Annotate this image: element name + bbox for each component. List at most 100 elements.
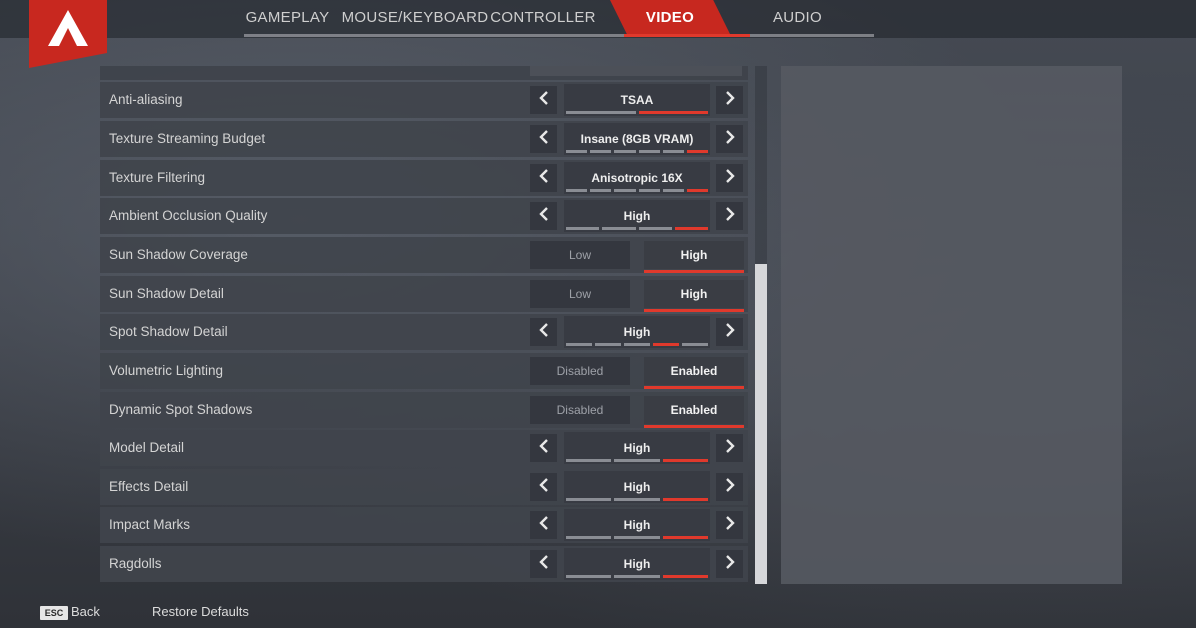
chevron-left-icon bbox=[538, 168, 549, 188]
level-segment bbox=[566, 189, 588, 192]
level-segment bbox=[653, 343, 679, 346]
option-high[interactable]: High bbox=[644, 280, 744, 312]
previous-option-button[interactable] bbox=[530, 511, 557, 539]
option-enabled[interactable]: Enabled bbox=[644, 396, 744, 428]
setting-row-volumetric-lighting: Volumetric Lighting Disabled Enabled bbox=[100, 353, 748, 389]
setting-label: Sun Shadow Detail bbox=[109, 286, 224, 301]
next-option-button[interactable] bbox=[716, 164, 743, 192]
level-segment bbox=[662, 459, 708, 462]
level-segment bbox=[566, 575, 612, 578]
active-tab-indicator bbox=[624, 34, 750, 37]
level-segment bbox=[638, 150, 660, 153]
option-disabled[interactable]: Disabled bbox=[530, 357, 630, 385]
option-enabled[interactable]: Enabled bbox=[644, 357, 744, 389]
setting-label: Anti-aliasing bbox=[109, 92, 183, 107]
next-option-button[interactable] bbox=[716, 125, 743, 153]
level-indicator bbox=[566, 150, 709, 153]
tab-audio[interactable]: AUDIO bbox=[750, 0, 845, 34]
option-disabled[interactable]: Disabled bbox=[530, 396, 630, 424]
scrollbar-thumb[interactable] bbox=[755, 264, 767, 584]
setting-row-texture-streaming-budget: Texture Streaming Budget Insane (8GB VRA… bbox=[100, 121, 748, 157]
restore-defaults-button[interactable]: Restore Defaults bbox=[152, 604, 249, 619]
chevron-left-icon bbox=[538, 90, 549, 110]
setting-row-anti-aliasing: Anti-aliasing TSAA bbox=[100, 82, 748, 118]
level-segment bbox=[662, 498, 708, 501]
tab-gameplay[interactable]: GAMEPLAY bbox=[230, 0, 345, 34]
level-segment bbox=[638, 227, 672, 230]
chevron-right-icon bbox=[725, 554, 735, 574]
setting-label: Ragdolls bbox=[109, 556, 162, 571]
setting-row-sun-shadow-coverage: Sun Shadow Coverage Low High bbox=[100, 237, 748, 273]
level-segment bbox=[590, 150, 612, 153]
previous-option-button[interactable] bbox=[530, 473, 557, 501]
setting-preview-panel bbox=[781, 66, 1122, 584]
tab-mouse-keyboard[interactable]: MOUSE/KEYBOARD bbox=[342, 0, 488, 34]
previous-option-button[interactable] bbox=[530, 125, 557, 153]
previous-option-button[interactable] bbox=[530, 164, 557, 192]
tab-video[interactable]: VIDEO bbox=[610, 0, 730, 34]
back-button[interactable]: Back bbox=[71, 604, 100, 619]
chevron-right-icon bbox=[725, 477, 735, 497]
chevron-left-icon bbox=[538, 322, 549, 342]
next-option-button[interactable] bbox=[716, 473, 743, 501]
chevron-right-icon bbox=[725, 168, 735, 188]
level-segment bbox=[686, 189, 709, 192]
chevron-left-icon bbox=[538, 438, 549, 458]
level-segment bbox=[614, 536, 660, 539]
setting-label: Model Detail bbox=[109, 440, 185, 455]
setting-label: Impact Marks bbox=[109, 517, 191, 532]
previous-option-button[interactable] bbox=[530, 202, 557, 230]
setting-label: Sun Shadow Coverage bbox=[109, 247, 248, 262]
next-option-button[interactable] bbox=[716, 86, 743, 114]
level-segment bbox=[614, 189, 636, 192]
level-segment bbox=[662, 189, 684, 192]
level-segment bbox=[614, 498, 660, 501]
level-segment bbox=[614, 575, 660, 578]
chevron-left-icon bbox=[538, 554, 549, 574]
chevron-right-icon bbox=[725, 206, 735, 226]
setting-row-spot-shadow-detail: Spot Shadow Detail High bbox=[100, 314, 748, 350]
next-option-button[interactable] bbox=[716, 511, 743, 539]
level-segment bbox=[614, 459, 660, 462]
next-option-button[interactable] bbox=[716, 434, 743, 462]
previous-option-button[interactable] bbox=[530, 434, 557, 462]
apex-logo bbox=[29, 0, 107, 68]
option-low[interactable]: Low bbox=[530, 241, 630, 269]
chevron-left-icon bbox=[538, 477, 549, 497]
option-high[interactable]: High bbox=[644, 241, 744, 273]
esc-key-icon: ESC bbox=[40, 606, 68, 620]
level-segment bbox=[624, 343, 650, 346]
level-segment bbox=[595, 343, 621, 346]
next-option-button[interactable] bbox=[716, 550, 743, 578]
chevron-right-icon bbox=[725, 438, 735, 458]
setting-label: Spot Shadow Detail bbox=[109, 324, 228, 339]
level-indicator bbox=[566, 498, 708, 501]
tab-controller[interactable]: CONTROLLER bbox=[488, 0, 598, 34]
setting-label: Effects Detail bbox=[109, 479, 189, 494]
apex-logo-icon bbox=[48, 10, 88, 46]
chevron-left-icon bbox=[538, 515, 549, 535]
option-low[interactable]: Low bbox=[530, 280, 630, 308]
level-segment bbox=[566, 498, 612, 501]
level-segment bbox=[686, 150, 709, 153]
next-option-button[interactable] bbox=[716, 202, 743, 230]
level-segment bbox=[566, 459, 612, 462]
partial-setting-control bbox=[530, 66, 742, 76]
level-segment bbox=[566, 227, 600, 230]
previous-option-button[interactable] bbox=[530, 86, 557, 114]
level-segment bbox=[590, 189, 612, 192]
level-segment bbox=[614, 150, 636, 153]
chevron-right-icon bbox=[725, 322, 735, 342]
level-segment bbox=[682, 343, 708, 346]
chevron-left-icon bbox=[538, 206, 549, 226]
setting-row-effects-detail: Effects Detail High bbox=[100, 469, 748, 505]
previous-option-button[interactable] bbox=[530, 318, 557, 346]
level-segment bbox=[662, 536, 708, 539]
setting-label: Ambient Occlusion Quality bbox=[109, 208, 268, 223]
previous-option-button[interactable] bbox=[530, 550, 557, 578]
chevron-right-icon bbox=[725, 515, 735, 535]
level-indicator bbox=[566, 343, 708, 346]
setting-row-ambient-occlusion-quality: Ambient Occlusion Quality High bbox=[100, 198, 748, 234]
level-indicator bbox=[566, 189, 709, 192]
next-option-button[interactable] bbox=[716, 318, 743, 346]
